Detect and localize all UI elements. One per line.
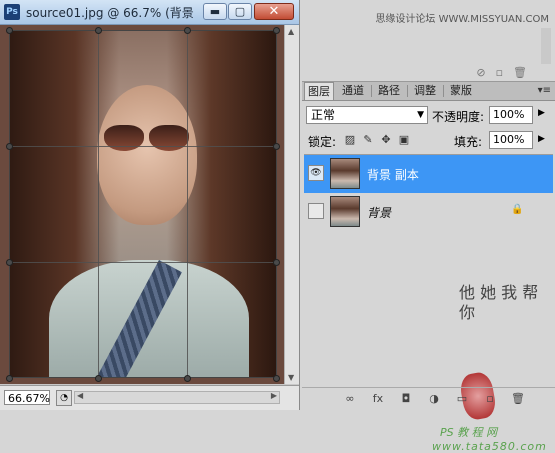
transform-handle-top-left[interactable]: [6, 27, 13, 34]
chevron-down-icon: ▼: [417, 110, 424, 120]
blend-mode-value: 正常: [311, 108, 336, 122]
tab-paths[interactable]: 路径: [374, 82, 404, 100]
minimize-icon: ▬: [209, 5, 221, 18]
transform-grid-line: [187, 30, 188, 378]
lock-icon: 🔒: [511, 204, 524, 215]
document-statusbar: 66.67% ◔ ◀ ▶: [0, 385, 299, 410]
transform-handle-top-right[interactable]: [273, 27, 280, 34]
lock-pixels-icon[interactable]: ✎: [362, 134, 374, 146]
visibility-toggle[interactable]: [308, 203, 324, 219]
scroll-left-icon[interactable]: ◀: [77, 391, 83, 400]
opacity-field[interactable]: 100%: [489, 106, 533, 124]
photoshop-icon: Ps: [4, 4, 20, 20]
transform-handle-bottom-right[interactable]: [273, 375, 280, 382]
close-button[interactable]: ✕: [254, 3, 294, 20]
panel-menu-icon[interactable]: ▾≡: [538, 85, 551, 96]
layer-list: 👁 背景 副本 背景 🔒 他 她 我 帮 你 PS 教 程 网 www.tata…: [304, 154, 553, 453]
scroll-up-icon[interactable]: ▲: [288, 27, 294, 36]
layer-row-background[interactable]: 背景 🔒: [304, 193, 553, 231]
transform-handle-bottom[interactable]: [95, 375, 102, 382]
tab-divider: [371, 85, 372, 97]
calligraphy-signature: 他 她 我 帮 你: [459, 283, 539, 322]
horizontal-scrollbar[interactable]: ◀ ▶: [74, 391, 280, 404]
layer-thumbnail: [330, 196, 360, 227]
scroll-down-icon[interactable]: ▼: [288, 373, 294, 382]
upper-panel: 思缘设计论坛 WWW.MISSYUAN.COM ⊘▫🗑: [300, 0, 555, 80]
fill-arrow-icon[interactable]: ▶: [538, 134, 545, 144]
adjustment-layer-icon[interactable]: ◑: [426, 391, 442, 407]
lock-transparency-icon[interactable]: ▨: [344, 134, 356, 146]
transform-grid-line: [9, 262, 277, 263]
status-info-icon[interactable]: ◔: [56, 390, 72, 406]
brand-url: www.tata580.com: [432, 440, 547, 453]
transform-handle-right[interactable]: [273, 143, 280, 150]
transform-handle-left[interactable]: [6, 259, 13, 266]
tab-adjustments[interactable]: 调整: [410, 82, 440, 100]
lock-all-icon[interactable]: ▣: [398, 134, 410, 146]
maximize-icon: ▢: [234, 5, 246, 18]
transform-handle-left[interactable]: [6, 143, 13, 150]
maximize-button[interactable]: ▢: [228, 3, 252, 20]
opacity-label: 不透明度:: [432, 110, 485, 124]
tab-divider: [407, 85, 408, 97]
tab-layers[interactable]: 图层: [304, 82, 334, 100]
image-canvas[interactable]: [0, 25, 284, 384]
vertical-scrollbar[interactable]: ▲ ▼: [284, 25, 299, 384]
transform-bounding-box[interactable]: [9, 30, 277, 378]
scroll-right-icon[interactable]: ▶: [271, 391, 277, 400]
document-titlebar[interactable]: Ps source01.jpg @ 66.7% (背景 ▬ ▢ ✕: [0, 0, 299, 25]
layer-thumbnail: [330, 158, 360, 189]
lock-label: 锁定:: [308, 135, 337, 149]
zoom-field[interactable]: 66.67%: [4, 390, 50, 405]
transform-handle-bottom-left[interactable]: [6, 375, 13, 382]
document-title: source01.jpg @ 66.7% (背景: [26, 6, 194, 20]
document-window: Ps source01.jpg @ 66.7% (背景 ▬ ▢ ✕ ▲ ▼ 66…: [0, 0, 300, 410]
panel-footer-icons: ⊘▫🗑: [476, 66, 537, 79]
tab-masks[interactable]: 蒙版: [446, 82, 476, 100]
transform-handle-top[interactable]: [95, 27, 102, 34]
tab-divider: [443, 85, 444, 97]
add-mask-icon[interactable]: ◘: [398, 391, 414, 407]
fill-field[interactable]: 100%: [489, 131, 533, 149]
panel-tabs: 图层 通道 路径 调整 蒙版 ▾≡: [302, 82, 555, 101]
layers-footer: ∞ fx ◘ ◑ ▭ ▫ 🗑: [302, 387, 555, 410]
transform-grid-line: [9, 146, 277, 147]
new-group-icon[interactable]: ▭: [454, 391, 470, 407]
transform-grid-line: [98, 30, 99, 378]
minimize-button[interactable]: ▬: [203, 3, 227, 20]
opacity-arrow-icon[interactable]: ▶: [538, 108, 545, 118]
layer-row-background-copy[interactable]: 👁 背景 副本: [304, 155, 553, 193]
tab-channels[interactable]: 通道: [338, 82, 368, 100]
link-layers-icon[interactable]: ∞: [342, 391, 358, 407]
layers-panel: 图层 通道 路径 调整 蒙版 ▾≡ 正常 ▼ 不透明度: 100% ▶ 锁定: …: [302, 81, 555, 453]
transform-handle-right[interactable]: [273, 259, 280, 266]
site-watermark: 思缘设计论坛 WWW.MISSYUAN.COM: [375, 14, 549, 25]
new-layer-icon[interactable]: ▫: [482, 391, 498, 407]
panel-scrollbar[interactable]: [541, 28, 551, 64]
close-icon: ✕: [268, 4, 280, 19]
transform-handle-top[interactable]: [184, 27, 191, 34]
visibility-eye-icon[interactable]: 👁: [308, 165, 324, 181]
trash-icon[interactable]: 🗑: [510, 391, 526, 407]
transform-handle-bottom[interactable]: [184, 375, 191, 382]
fill-label: 填充:: [454, 135, 483, 149]
layer-style-icon[interactable]: fx: [370, 391, 386, 407]
brand-text: PS 教 程 网: [440, 426, 498, 439]
blend-row: 正常 ▼ 不透明度: 100% ▶: [302, 104, 555, 126]
blend-mode-select[interactable]: 正常 ▼: [306, 106, 428, 124]
layer-name: 背景: [367, 206, 392, 220]
lock-position-icon[interactable]: ✥: [380, 134, 392, 146]
lock-row: 锁定: ▨ ✎ ✥ ▣ 填充: 100% ▶: [302, 130, 555, 152]
layer-name: 背景 副本: [367, 168, 419, 182]
